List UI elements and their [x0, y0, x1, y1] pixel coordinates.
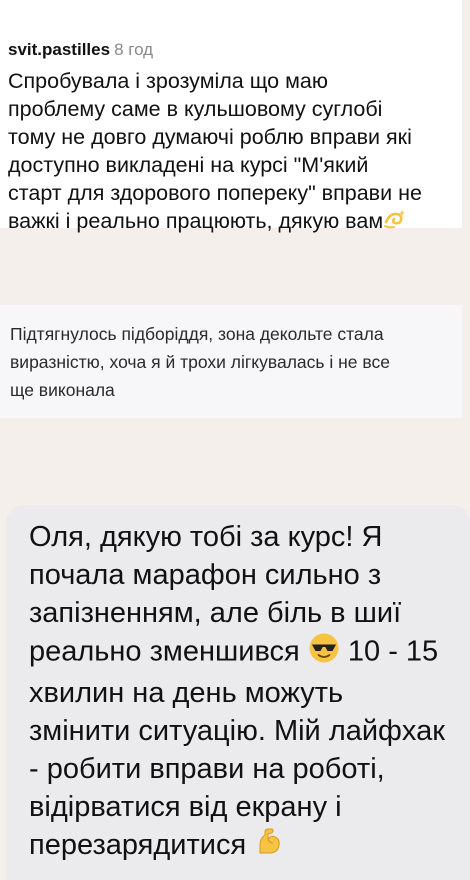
message-line-with-emoji: реально зменшився 10 - 15 [29, 632, 462, 674]
message-text: Оля, дякую тобі за курс! Я почала марафо… [29, 518, 462, 866]
message-line: Оля, дякую тобі за курс! Я [29, 521, 383, 553]
comment-text-body: Спробувала і зрозуміла що маю проблему с… [8, 69, 422, 234]
comment-header: svit.pastilles 8 год [8, 39, 456, 61]
comment-text: Спробувала і зрозуміла що маю проблему с… [8, 67, 456, 238]
message-line: реально зменшився [29, 635, 300, 668]
message-line: - робити вправи на роботі, [29, 753, 385, 785]
sunglasses-emoji [308, 632, 340, 674]
message-line-with-emoji: перезарядитися [29, 826, 462, 866]
message-line: почала марафон сильно з [29, 559, 382, 591]
message-line: змінити ситуацію. Мій лайфхак [29, 715, 445, 747]
message-line: запізненням, але біль в шиї [29, 597, 402, 629]
comment-card-1: svit.pastilles 8 год Спробувала і зрозумі… [0, 0, 462, 233]
message-bubble: Оля, дякую тобі за курс! Я почала марафо… [6, 505, 470, 880]
message-line: перезарядитися [29, 829, 247, 861]
flexed-biceps-emoji [254, 826, 284, 866]
dizzy-emoji [383, 207, 407, 238]
timestamp: 8 год [114, 40, 154, 59]
comment-card-2: Підтягнулось підборіддя, зона декольте с… [0, 305, 462, 418]
username[interactable]: svit.pastilles [8, 40, 110, 59]
message-line: 10 - 15 [347, 635, 439, 668]
message-line: хвилин на день можуть [29, 677, 344, 709]
message-line: відірватися від екрану і [29, 791, 342, 823]
comment-text: Підтягнулось підборіддя, зона декольте с… [10, 324, 390, 400]
